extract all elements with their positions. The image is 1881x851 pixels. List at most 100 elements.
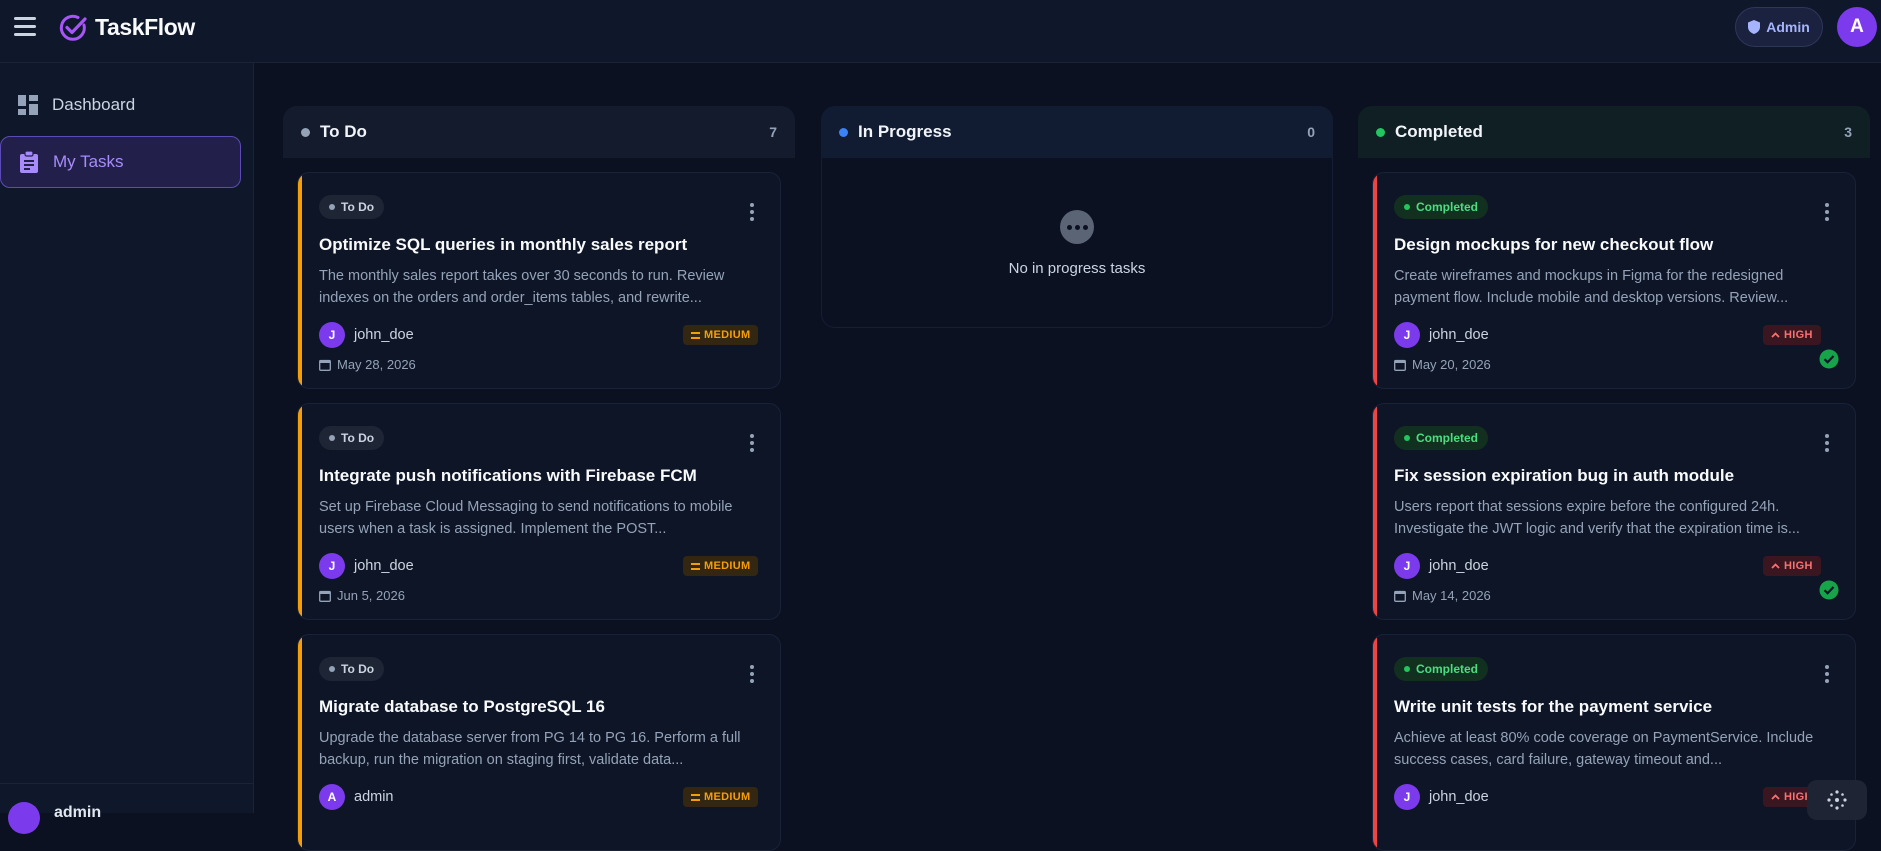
equals-icon [691, 562, 700, 570]
column-header: To Do 7 [283, 106, 795, 158]
avatar: J [319, 553, 345, 579]
clipboard-icon [20, 151, 38, 173]
column-title: In Progress [858, 122, 952, 141]
sparkle-icon [1827, 790, 1847, 810]
priority-badge: MEDIUM [683, 787, 759, 807]
task-title: Optimize SQL queries in monthly sales re… [319, 235, 688, 254]
avatar: A [319, 784, 345, 810]
more-options-icon[interactable] [1823, 434, 1831, 456]
priority-badge: HIGH [1763, 556, 1821, 576]
assignee-name: john_doe [354, 327, 414, 343]
sidebar-item-label: Dashboard [52, 95, 136, 114]
chevron-up-icon [1771, 794, 1780, 800]
status-badge: Completed [1394, 426, 1489, 450]
assignee: J john_doe [1394, 553, 1489, 579]
priority-stripe [1373, 173, 1377, 388]
priority-stripe [298, 173, 302, 388]
more-options-icon[interactable] [1823, 665, 1831, 687]
task-title: Design mockups for new checkout flow [1394, 235, 1714, 254]
priority-stripe [298, 404, 302, 619]
user-avatar[interactable]: A [1837, 7, 1877, 47]
task-card[interactable]: Completed Fix session expiration bug in … [1372, 403, 1856, 620]
calendar-icon [1394, 590, 1406, 602]
due-date: May 20, 2026 [1394, 357, 1491, 372]
due-date: May 14, 2026 [1394, 588, 1491, 603]
status-dot [839, 127, 848, 137]
menu-icon[interactable] [14, 17, 38, 37]
equals-icon [691, 793, 700, 801]
column-count: 7 [769, 124, 777, 140]
sidebar-item-dashboard[interactable]: Dashboard [0, 79, 241, 131]
task-title: Migrate database to PostgreSQL 16 [319, 697, 605, 716]
avatar: J [1394, 784, 1420, 810]
more-options-icon[interactable] [748, 203, 756, 225]
avatar: J [319, 322, 345, 348]
assignee: A admin [319, 784, 394, 810]
calendar-icon [319, 590, 331, 602]
more-options-icon[interactable] [1823, 203, 1831, 225]
status-badge: To Do [319, 195, 385, 219]
column-todo: To Do 7 To Do Optimize SQL queries in mo… [283, 106, 795, 851]
status-badge: To Do [319, 657, 385, 681]
equals-icon [691, 331, 700, 339]
sidebar-user-name: admin [54, 804, 102, 821]
task-card[interactable]: To Do Integrate push notifications with … [297, 403, 781, 620]
chevron-up-icon [1771, 332, 1780, 338]
more-horizontal-icon [1060, 210, 1094, 244]
task-description: The monthly sales report takes over 30 s… [319, 268, 725, 306]
avatar: J [1394, 553, 1420, 579]
assignee: J john_doe [1394, 784, 1489, 810]
status-dot [301, 127, 310, 137]
check-circle-logo-icon [59, 14, 87, 41]
avatar: J [1394, 322, 1420, 348]
task-card[interactable]: To Do Optimize SQL queries in monthly sa… [297, 172, 781, 389]
task-card[interactable]: Completed Write unit tests for the payme… [1372, 634, 1856, 851]
priority-stripe [1373, 404, 1377, 619]
avatar [8, 802, 40, 834]
task-description: Upgrade the database server from PG 14 t… [319, 730, 741, 768]
task-title: Write unit tests for the payment service [1394, 697, 1713, 716]
sidebar-item-label: My Tasks [53, 152, 124, 171]
column-count: 3 [1844, 124, 1852, 140]
assignee: J john_doe [1394, 322, 1489, 348]
status-badge: To Do [319, 426, 385, 450]
column-header: Completed 3 [1358, 106, 1870, 158]
more-options-icon[interactable] [748, 434, 756, 456]
task-card[interactable]: Completed Design mockups for new checkou… [1372, 172, 1856, 389]
sidebar-user[interactable]: admin [0, 783, 254, 834]
sidebar: Dashboard My Tasks admin [0, 63, 254, 834]
sidebar-item-my-tasks[interactable]: My Tasks [0, 136, 241, 188]
task-description: Achieve at least 80% code coverage on Pa… [1394, 730, 1814, 768]
status-badge: Completed [1394, 195, 1489, 219]
priority-stripe [298, 635, 302, 850]
task-card[interactable]: To Do Migrate database to PostgreSQL 16 … [297, 634, 781, 851]
role-badge[interactable]: Admin [1735, 7, 1823, 47]
verified-check-icon [1819, 580, 1839, 600]
floating-action-button[interactable] [1807, 780, 1867, 820]
status-badge: Completed [1394, 657, 1489, 681]
due-date: May 28, 2026 [319, 357, 416, 372]
column-completed: Completed 3 Completed Design mockups for… [1358, 106, 1870, 851]
calendar-icon [1394, 359, 1406, 371]
shield-icon [1748, 20, 1761, 34]
dashboard-icon [18, 95, 38, 115]
assignee-name: john_doe [1429, 789, 1489, 805]
status-dot [1376, 127, 1385, 137]
task-description: Create wireframes and mockups in Figma f… [1394, 268, 1789, 306]
priority-badge: HIGH [1763, 325, 1821, 345]
empty-state-text: No in progress tasks [1008, 260, 1146, 277]
assignee-name: john_doe [1429, 327, 1489, 343]
column-title: Completed [1395, 122, 1483, 141]
column-in-progress: In Progress 0 No in progress tasks [821, 106, 1333, 813]
task-title: Fix session expiration bug in auth modul… [1394, 466, 1735, 485]
verified-check-icon [1819, 349, 1839, 369]
brand-name: TaskFlow [95, 14, 195, 40]
priority-stripe [1373, 635, 1377, 850]
assignee: J john_doe [319, 322, 414, 348]
top-bar: TaskFlow Admin A [0, 0, 1881, 63]
priority-badge: MEDIUM [683, 325, 759, 345]
calendar-icon [319, 359, 331, 371]
column-count: 0 [1307, 124, 1315, 140]
more-options-icon[interactable] [748, 665, 756, 687]
column-title: To Do [320, 122, 367, 141]
